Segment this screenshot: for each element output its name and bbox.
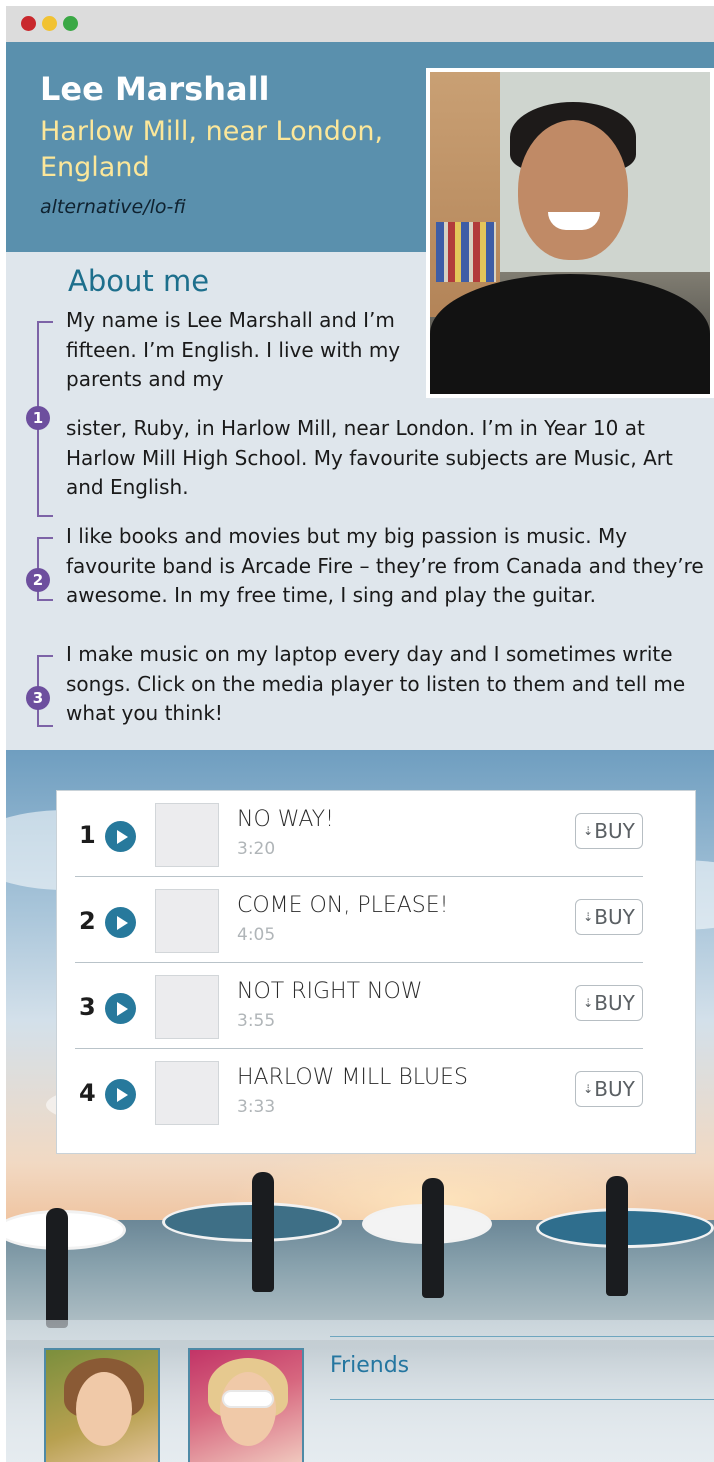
buy-label: BUY (594, 1077, 635, 1101)
about-paragraph-3: I make music on my laptop every day and … (66, 642, 686, 725)
profile-photo (426, 68, 714, 398)
paragraph-number-3: 3 (26, 686, 50, 710)
track-duration: 4:05 (237, 925, 276, 945)
play-button[interactable] (105, 993, 136, 1024)
track-title: NO WAY! (237, 807, 334, 832)
profile-genre: alternative/lo-fi (40, 196, 186, 218)
maximize-window-button[interactable] (63, 16, 78, 31)
buy-button[interactable]: ⇣ BUY (575, 813, 643, 849)
buy-label: BUY (594, 905, 635, 929)
play-icon (116, 915, 128, 930)
track-artwork (155, 975, 219, 1039)
track-number: 1 (79, 821, 96, 849)
track-number: 2 (79, 907, 96, 935)
track-artwork (155, 803, 219, 867)
profile-photo-image (430, 72, 710, 394)
track-duration: 3:55 (237, 1011, 276, 1031)
track-artwork (155, 1061, 219, 1125)
track-row: 1 NO WAY! 3:20 ⇣ BUY (75, 791, 643, 877)
play-icon (116, 1087, 128, 1102)
buy-button[interactable]: ⇣ BUY (575, 985, 643, 1021)
sunglasses-icon (222, 1390, 274, 1408)
buy-button[interactable]: ⇣ BUY (575, 1071, 643, 1107)
media-player: 1 NO WAY! 3:20 ⇣ BUY 2 COME ON, PLEASE! 4… (56, 790, 696, 1154)
track-title: COME ON, PLEASE! (237, 893, 449, 918)
paragraph-number-1: 1 (26, 406, 50, 430)
play-button[interactable] (105, 907, 136, 938)
paragraph-number-2: 2 (26, 568, 50, 592)
track-number: 4 (79, 1079, 96, 1107)
about-paragraph-1a: My name is Lee Marshall and I’m fifteen.… (66, 308, 401, 391)
play-button[interactable] (105, 1079, 136, 1110)
play-button[interactable] (105, 821, 136, 852)
track-duration: 3:33 (237, 1097, 276, 1117)
track-duration: 3:20 (237, 839, 276, 859)
track-title: HARLOW MILL BLUES (237, 1065, 468, 1090)
beach-background: 1 NO WAY! 3:20 ⇣ BUY 2 COME ON, PLEASE! 4… (6, 750, 714, 1462)
track-row: 4 HARLOW MILL BLUES 3:33 ⇣ BUY (75, 1049, 643, 1135)
about-paragraph-2: I like books and movies but my big passi… (66, 524, 704, 607)
profile-window: Lee Marshall Harlow Mill, near London, E… (6, 6, 714, 1462)
buy-button[interactable]: ⇣ BUY (575, 899, 643, 935)
profile-name: Lee Marshall (40, 70, 270, 108)
play-icon (116, 829, 128, 844)
about-me-heading: About me (68, 264, 210, 298)
about-paragraph-1b: sister, Ruby, in Harlow Mill, near Londo… (66, 416, 673, 499)
track-number: 3 (79, 993, 96, 1021)
friends-section: Friends (6, 1320, 714, 1462)
download-icon: ⇣ (583, 824, 594, 838)
friend-photo-1[interactable] (44, 1348, 160, 1462)
download-icon: ⇣ (583, 996, 594, 1010)
buy-label: BUY (594, 819, 635, 843)
buy-label: BUY (594, 991, 635, 1015)
close-window-button[interactable] (21, 16, 36, 31)
track-row: 2 COME ON, PLEASE! 4:05 ⇣ BUY (75, 877, 643, 963)
profile-location: Harlow Mill, near London, England (40, 116, 384, 183)
friend-photo-2[interactable] (188, 1348, 304, 1462)
download-icon: ⇣ (583, 910, 594, 924)
play-icon (116, 1001, 128, 1016)
friends-label: Friends (330, 1353, 410, 1378)
track-artwork (155, 889, 219, 953)
minimize-window-button[interactable] (42, 16, 57, 31)
download-icon: ⇣ (583, 1082, 594, 1096)
track-title: NOT RIGHT NOW (237, 979, 423, 1004)
track-row: 3 NOT RIGHT NOW 3:55 ⇣ BUY (75, 963, 643, 1049)
title-bar (6, 6, 714, 42)
friends-link[interactable]: Friends (330, 1336, 714, 1400)
